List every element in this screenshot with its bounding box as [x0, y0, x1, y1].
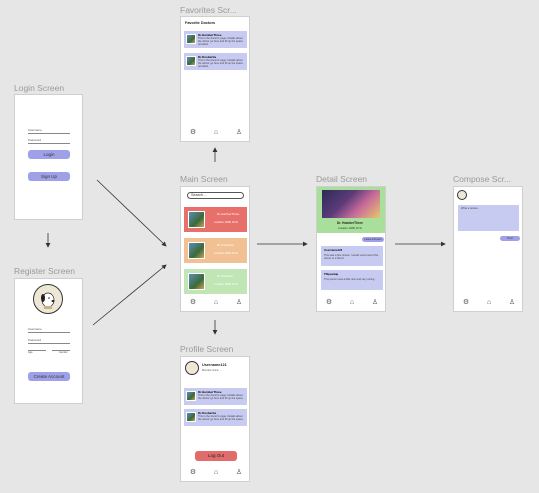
review-text: This person was a little nice and very c… — [324, 278, 376, 281]
profile-screen-label: Profile Screen — [180, 344, 234, 354]
login-screen-label: Login Screen — [14, 83, 65, 93]
detail-header: Dr. HumberThree Location: ERB, Rt St — [317, 187, 385, 233]
doctor-card[interactable]: Dr.Knobertia Location: ERB, Rt St — [184, 238, 247, 263]
doctor-desc: This is the doctor's page. Details about… — [198, 37, 243, 46]
signup-button[interactable]: Sign Up — [28, 172, 70, 181]
favorite-card[interactable]: Dr.Knobertia This is the doctor's page. … — [184, 53, 247, 70]
doctor-card[interactable]: Dr.Humberli Location: ERB, Rt St — [184, 269, 247, 294]
doctor-name: Dr.HumberThree — [217, 212, 240, 216]
doctor-photo — [322, 190, 380, 218]
arrow-register-to-main — [92, 264, 167, 326]
login-button[interactable]: Login — [28, 150, 70, 159]
favorite-card[interactable]: Dr.HumberThree This is the doctor's page… — [184, 31, 247, 48]
review-textarea[interactable]: Write a review... — [458, 205, 519, 231]
doctor-location: Location: ERB, Rt St — [214, 252, 238, 255]
doctor-name: Dr.Humberli — [217, 274, 233, 278]
avatar — [33, 284, 63, 314]
detail-screen: Dr. HumberThree Location: ERB, Rt St Lea… — [316, 186, 386, 312]
detail-screen-label: Detail Screen — [316, 174, 368, 184]
doctor-name: Dr.Knobertia — [217, 243, 234, 247]
user-icon[interactable]: ♙ — [508, 299, 516, 307]
register-screen-label: Register Screen — [14, 266, 75, 276]
logout-button[interactable]: Log Out — [195, 451, 237, 461]
gear-icon[interactable]: ⚙ — [189, 299, 197, 307]
favorites-screen: Favorite Doctors Dr.HumberThree This is … — [180, 16, 250, 142]
login-screen: Username Password Login Sign Up — [14, 94, 83, 220]
password-field[interactable] — [28, 143, 70, 144]
reg-gender-label: Gender — [59, 351, 68, 354]
doctor-thumbnail — [188, 273, 205, 290]
review-text: This was a fine review. I would recommen… — [324, 254, 379, 260]
detail-doctor-location: Location: ERB, Rt St — [338, 227, 362, 230]
dog-avatar-icon — [41, 292, 55, 309]
profile-doctor-card[interactable]: Dr.HumberThree This is the doctor's page… — [184, 388, 247, 405]
home-icon[interactable]: ⌂ — [212, 299, 220, 307]
review-card: Username123 This was a fine review. I wo… — [321, 246, 383, 266]
doctor-card[interactable]: Dr.HumberThree Location: ERB, Rt St — [184, 207, 247, 232]
user-icon[interactable]: ♙ — [235, 129, 243, 137]
review-placeholder: Write a review... — [461, 207, 480, 210]
gear-icon[interactable]: ⚙ — [189, 469, 197, 477]
search-placeholder: Search ... — [191, 193, 208, 197]
doctor-thumbnail — [186, 34, 196, 44]
reg-username-field[interactable] — [28, 332, 70, 333]
favorites-screen-label: Favorites Scr... — [180, 5, 237, 15]
home-icon[interactable]: ⌂ — [212, 129, 220, 137]
compose-screen-label: Compose Scr... — [453, 174, 512, 184]
gear-icon[interactable]: ⚙ — [189, 129, 197, 137]
compose-avatar — [457, 190, 467, 200]
main-screen-label: Main Screen — [180, 174, 228, 184]
main-screen: Search ... Dr.HumberThree Location: ERB,… — [180, 186, 250, 312]
home-icon[interactable]: ⌂ — [212, 469, 220, 477]
doctor-desc: This is the doctor's page. Details about… — [198, 59, 243, 68]
doctor-thumbnail — [188, 242, 205, 259]
username-field[interactable] — [28, 133, 70, 134]
reg-username-label: Username — [28, 327, 42, 331]
doctor-thumbnail — [186, 412, 196, 422]
doctor-thumbnail — [186, 56, 196, 66]
review-user: TiSpeedup — [324, 272, 339, 276]
arrow-login-to-main — [96, 179, 167, 247]
username-label: Username — [28, 128, 42, 132]
search-input[interactable]: Search ... — [187, 192, 244, 199]
detail-doctor-name: Dr. HumberThree — [337, 221, 363, 225]
create-account-button[interactable]: Create Account — [28, 372, 70, 381]
compose-screen: Write a review... Post ⚙ ⌂ ♙ — [453, 186, 523, 312]
doctor-desc: This is the doctor's page. Details about… — [198, 415, 244, 421]
gear-icon[interactable]: ⚙ — [325, 299, 333, 307]
favorites-title: Favorite Doctors — [185, 21, 216, 25]
profile-username: Username121 — [202, 363, 227, 367]
doctor-location: Location: ERB, Rt St — [214, 283, 238, 286]
home-icon[interactable]: ⌂ — [485, 299, 493, 307]
profile-doctor-card[interactable]: Dr.Knobertia This is the doctor's page. … — [184, 409, 247, 426]
doctor-desc: This is the doctor's page. Details about… — [198, 394, 244, 400]
reg-password-label: Password — [28, 338, 42, 342]
leave-review-button[interactable]: Leave a Review — [362, 237, 384, 242]
profile-sub: Member since: ... — [202, 369, 222, 372]
register-screen: Username Password Age Gender Create Acco… — [14, 278, 83, 404]
reg-age-label: Age — [28, 351, 33, 354]
doctor-thumbnail — [188, 211, 205, 228]
profile-screen: Username121 Member since: ... Dr.HumberT… — [180, 356, 250, 482]
user-icon[interactable]: ♙ — [235, 469, 243, 477]
gear-icon[interactable]: ⚙ — [462, 299, 470, 307]
user-icon[interactable]: ♙ — [371, 299, 379, 307]
profile-avatar — [185, 361, 199, 375]
doctor-location: Location: ERB, Rt St — [214, 221, 238, 224]
reg-password-field[interactable] — [28, 343, 70, 344]
home-icon[interactable]: ⌂ — [348, 299, 356, 307]
doctor-thumbnail — [186, 391, 196, 401]
post-button[interactable]: Post — [500, 236, 520, 241]
review-user: Username123 — [324, 248, 343, 252]
review-card: TiSpeedup This person was a little nice … — [321, 270, 383, 290]
user-icon[interactable]: ♙ — [235, 299, 243, 307]
password-label: Password — [28, 138, 42, 142]
